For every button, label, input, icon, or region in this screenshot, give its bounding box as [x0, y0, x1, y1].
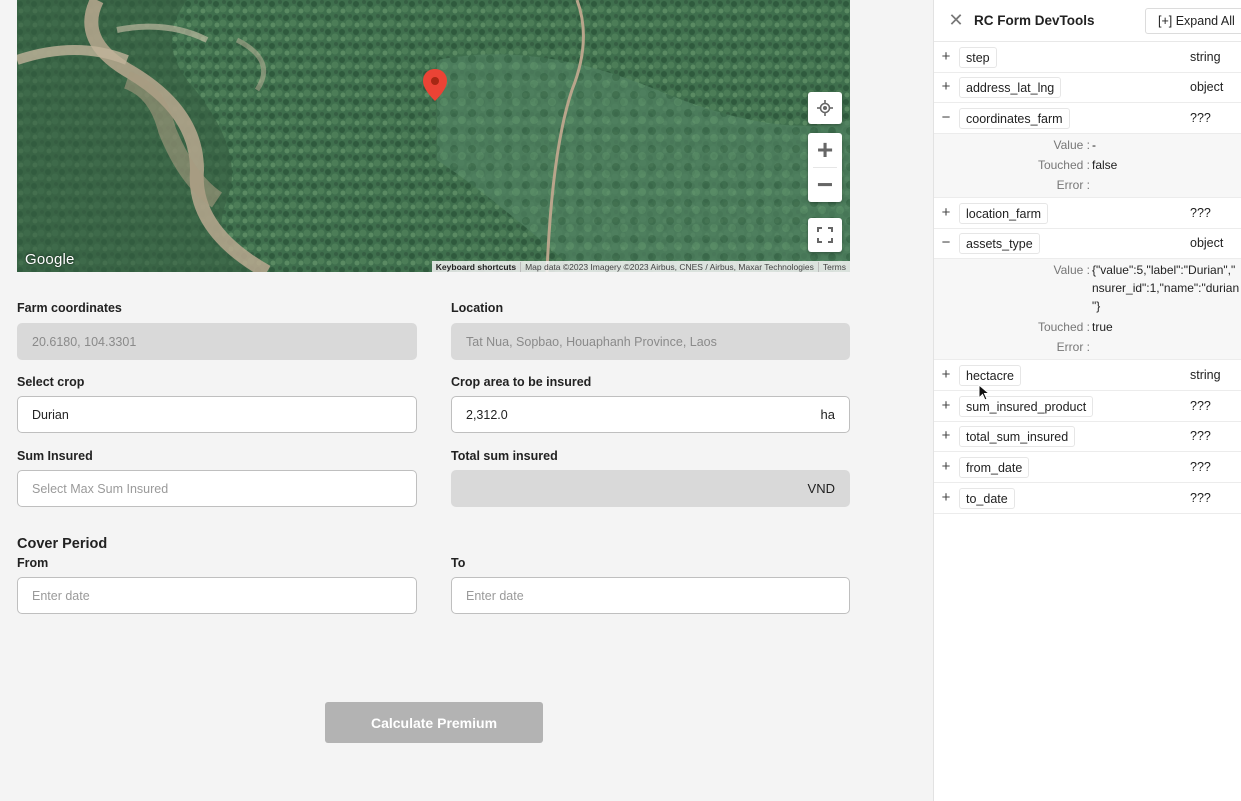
farm-coordinates-value: 20.6180, 104.3301	[32, 334, 137, 349]
field-row-assets-type[interactable]: − assets_type object	[934, 228, 1241, 259]
field-row-total-sum-insured[interactable]: + total_sum_insured ???	[934, 421, 1241, 452]
touched-key: Touched	[1037, 158, 1084, 172]
mouse-cursor-icon	[978, 384, 990, 401]
field-detail-coordinates-farm: Value : - Touched : false Error :	[934, 134, 1241, 198]
field-row-coordinates-farm[interactable]: − coordinates_farm ???	[934, 103, 1241, 134]
field-name: step	[959, 47, 997, 68]
farm-coordinates-label: Farm coordinates	[17, 301, 122, 315]
expand-icon[interactable]: +	[938, 397, 954, 414]
total-sum-insured-label: Total sum insured	[451, 449, 558, 463]
field-name: hectacre	[959, 365, 1021, 386]
to-date-input[interactable]: Enter date	[451, 577, 850, 614]
expand-icon[interactable]: +	[938, 427, 954, 444]
field-name: total_sum_insured	[959, 426, 1076, 447]
fullscreen-icon	[817, 227, 833, 243]
field-name: assets_type	[959, 233, 1040, 254]
select-crop-label: Select crop	[17, 375, 85, 389]
field-type: ???	[1190, 429, 1211, 443]
expand-icon[interactable]: +	[938, 204, 954, 221]
google-logo: Google	[25, 251, 75, 268]
value-key: Value	[1053, 263, 1084, 277]
from-date-input[interactable]: Enter date	[17, 577, 417, 614]
select-crop-field[interactable]: Durian	[17, 396, 417, 433]
zoom-in-button[interactable]: +	[808, 133, 842, 167]
to-date-placeholder: Enter date	[466, 588, 524, 603]
farm-coordinates-field: 20.6180, 104.3301	[17, 323, 417, 360]
value-key: Value	[1053, 138, 1084, 152]
crop-area-value: 2,312.0	[466, 407, 508, 422]
field-type: string	[1190, 368, 1221, 382]
my-location-button[interactable]	[808, 92, 842, 124]
field-name: location_farm	[959, 203, 1049, 224]
from-date-placeholder: Enter date	[32, 588, 90, 603]
map-marker-icon[interactable]	[423, 69, 447, 101]
calculate-premium-button[interactable]: Calculate Premium	[325, 702, 543, 743]
error-key: Error	[1056, 340, 1084, 354]
crosshair-icon	[817, 100, 833, 116]
map-view[interactable]: + − Google Keyboard shortcuts Map data ©…	[17, 0, 850, 272]
error-key: Error	[1056, 178, 1084, 192]
field-detail-assets-type: Value : {"value":5,"label":"Durian"," ns…	[934, 259, 1241, 360]
expand-icon[interactable]: +	[938, 78, 954, 95]
collapse-icon[interactable]: −	[938, 234, 954, 251]
field-type: ???	[1190, 491, 1211, 505]
keyboard-shortcuts-link[interactable]: Keyboard shortcuts	[432, 262, 520, 272]
field-type: ???	[1190, 206, 1211, 220]
satellite-imagery	[17, 0, 850, 272]
field-type: ???	[1190, 399, 1211, 413]
field-type: string	[1190, 50, 1221, 64]
touched-text: false	[1092, 158, 1118, 172]
field-row-address-lat-lng[interactable]: + address_lat_lng object	[934, 72, 1241, 103]
location-value: Tat Nua, Sopbao, Houaphanh Province, Lao…	[466, 334, 717, 349]
total-sum-insured-unit: VND	[807, 481, 835, 496]
value-text-line-1: {"value":5,"label":"Durian","	[1092, 263, 1236, 277]
devtools-header: ✕ RC Form DevTools [+] Expand All	[934, 0, 1241, 42]
terms-link[interactable]: Terms	[817, 261, 850, 272]
crop-area-unit: ha	[820, 407, 835, 422]
field-name: to_date	[959, 488, 1015, 509]
field-name: coordinates_farm	[959, 108, 1070, 129]
field-row-to-date[interactable]: + to_date ???	[934, 483, 1241, 514]
field-type: ???	[1190, 111, 1211, 125]
devtools-title: RC Form DevTools	[974, 13, 1095, 28]
field-type: ???	[1190, 460, 1211, 474]
cover-period-title: Cover Period	[17, 536, 108, 552]
field-row-location-farm[interactable]: + location_farm ???	[934, 198, 1241, 229]
crop-area-label: Crop area to be insured	[451, 375, 592, 389]
to-date-label: To	[451, 556, 466, 570]
select-crop-value: Durian	[32, 407, 69, 422]
expand-icon[interactable]: +	[938, 48, 954, 65]
collapse-icon[interactable]: −	[938, 109, 954, 126]
field-name: from_date	[959, 457, 1030, 478]
value-text-line-2: nsurer_id":1,"name":"durian	[1092, 281, 1240, 295]
touched-text: true	[1092, 320, 1113, 334]
field-row-step[interactable]: + step string	[934, 42, 1241, 73]
close-icon[interactable]: ✕	[948, 11, 964, 29]
from-date-label: From	[17, 556, 49, 570]
zoom-control: + −	[808, 133, 842, 202]
sum-insured-select[interactable]: Select Max Sum Insured	[17, 470, 417, 507]
sum-insured-label: Sum Insured	[17, 449, 93, 463]
sum-insured-placeholder: Select Max Sum Insured	[32, 481, 169, 496]
field-type: object	[1190, 236, 1224, 250]
crop-area-input[interactable]: 2,312.0 ha	[451, 396, 850, 433]
field-name: address_lat_lng	[959, 77, 1062, 98]
field-row-from-date[interactable]: + from_date ???	[934, 452, 1241, 483]
value-text-line-3: "}	[1092, 299, 1101, 313]
map-data-text: Map data ©2023 Imagery ©2023 Airbus, CNE…	[520, 261, 818, 272]
map-attribution: Keyboard shortcuts Map data ©2023 Imager…	[431, 261, 850, 272]
expand-all-button[interactable]: [+] Expand All	[1145, 8, 1241, 34]
location-field: Tat Nua, Sopbao, Houaphanh Province, Lao…	[451, 323, 850, 360]
location-label: Location	[451, 301, 504, 315]
touched-key: Touched	[1037, 320, 1084, 334]
fullscreen-button[interactable]	[808, 218, 842, 252]
field-type: object	[1190, 80, 1224, 94]
value-text: -	[1092, 138, 1096, 152]
expand-icon[interactable]: +	[938, 489, 954, 506]
expand-icon[interactable]: +	[938, 366, 954, 383]
total-sum-insured-field: VND	[451, 470, 850, 507]
zoom-out-button[interactable]: −	[808, 168, 842, 202]
expand-icon[interactable]: +	[938, 458, 954, 475]
